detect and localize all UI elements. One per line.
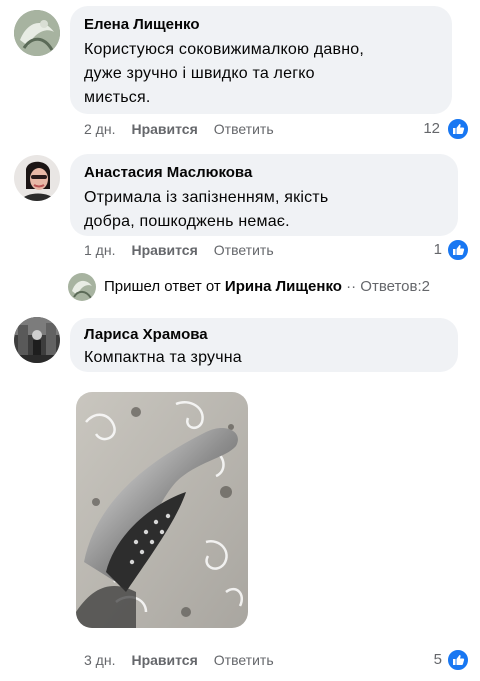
comment-text: Компактна та зручна: [84, 349, 242, 366]
comment-time[interactable]: 1 дн.: [84, 242, 115, 258]
view-replies-link[interactable]: Пришел ответ от Ирина Лищенко ·· Ответов…: [104, 277, 430, 297]
comment-actions: 1 дн. Нравится Ответить: [84, 241, 274, 259]
like-button[interactable]: Нравится: [131, 242, 197, 258]
comment-time[interactable]: 3 дн.: [84, 652, 115, 668]
reply-button[interactable]: Ответить: [214, 652, 274, 668]
comment-author[interactable]: Елена Лищенко: [84, 15, 438, 35]
reaction-count[interactable]: 5: [410, 651, 442, 669]
comment-actions: 3 дн. Нравится Ответить: [84, 651, 274, 669]
comment-author[interactable]: Лариса Храмова: [84, 325, 444, 345]
avatar[interactable]: [14, 10, 60, 56]
comment-time[interactable]: 2 дн.: [84, 121, 115, 137]
comment-photo[interactable]: [76, 392, 248, 628]
comment-bubble: Анастасия Маслюкова Отримала із запізнен…: [70, 154, 458, 236]
comment-bubble: Елена Лищенко Користуюся соковижималкою …: [70, 6, 452, 114]
reply-separator: ··: [346, 278, 357, 295]
reaction-count[interactable]: 1: [410, 241, 442, 259]
comment-actions: 2 дн. Нравится Ответить: [84, 120, 274, 138]
thumbs-up-icon[interactable]: [446, 117, 470, 141]
comment-text: Отримала із запізненням, якість добра, п…: [84, 189, 329, 230]
replies-count[interactable]: Ответов:2: [360, 278, 430, 295]
reaction-count[interactable]: 12: [404, 120, 440, 138]
reply-prefix: Пришел ответ от: [104, 278, 221, 295]
reply-button[interactable]: Ответить: [214, 121, 274, 137]
thumbs-up-icon[interactable]: [446, 238, 470, 262]
comment-bubble: Лариса Храмова Компактна та зручна: [70, 318, 458, 372]
avatar[interactable]: [14, 155, 60, 201]
avatar[interactable]: [14, 317, 60, 363]
reply-avatar[interactable]: [68, 273, 96, 301]
reply-button[interactable]: Ответить: [214, 242, 274, 258]
comment-text: Користуюся соковижималкою давно, дуже зр…: [84, 41, 364, 106]
comment-author[interactable]: Анастасия Маслюкова: [84, 163, 444, 183]
thumbs-up-icon[interactable]: [446, 648, 470, 672]
like-button[interactable]: Нравится: [131, 121, 197, 137]
like-button[interactable]: Нравится: [131, 652, 197, 668]
reply-author[interactable]: Ирина Лищенко: [225, 278, 342, 295]
